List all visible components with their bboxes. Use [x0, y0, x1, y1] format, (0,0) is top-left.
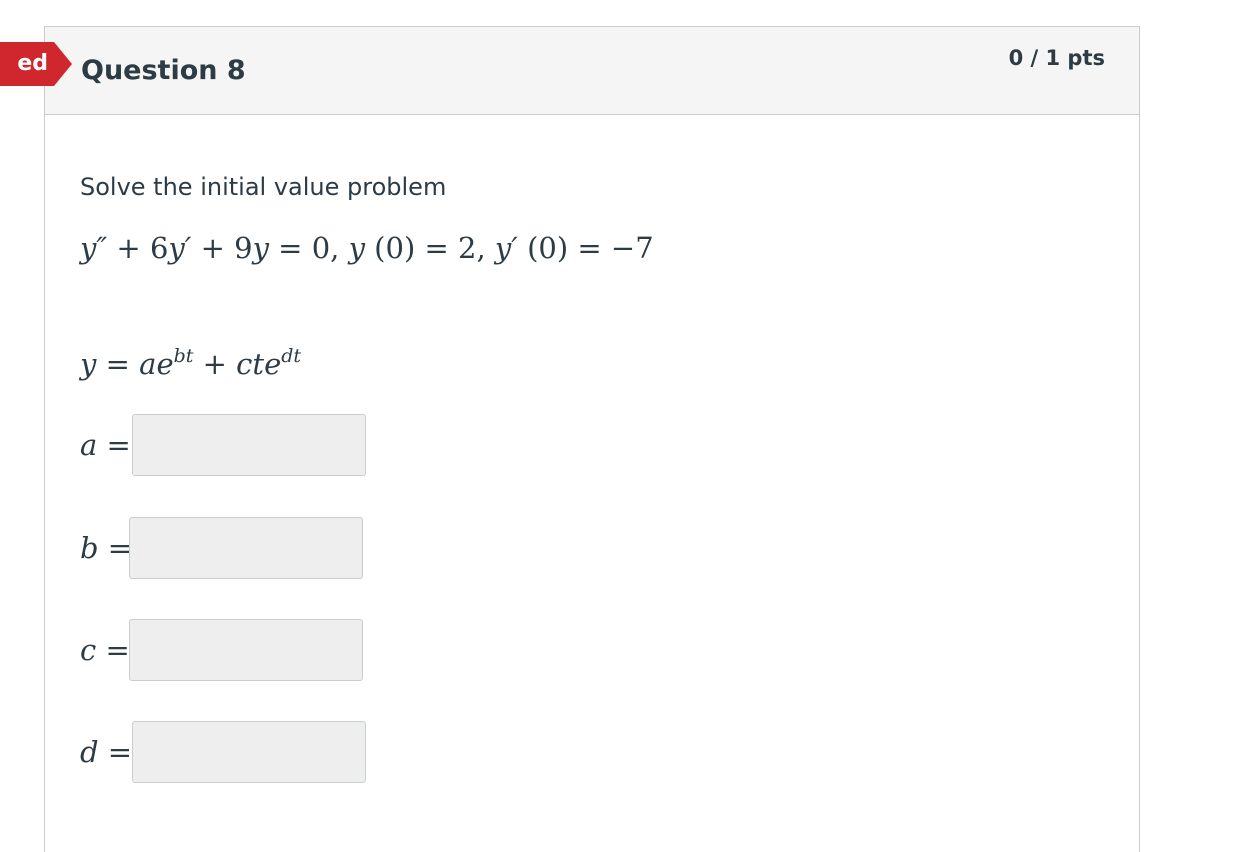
- answer-input-a[interactable]: [132, 414, 366, 476]
- answer-label-b: b =: [80, 531, 133, 565]
- sol-exp1: bt: [173, 345, 194, 367]
- points-label: 0 / 1 pts: [1008, 46, 1105, 70]
- eq-y-prime: y′: [168, 231, 192, 265]
- question-title: Question 8: [81, 55, 246, 86]
- eq-plus-9: + 9: [191, 231, 253, 265]
- sol-c: c: [236, 347, 253, 381]
- eq-plus-6: + 6: [107, 231, 169, 265]
- sol-exp2: dt: [281, 345, 302, 367]
- sol-e1: e: [156, 347, 174, 381]
- answer-label-d: d =: [80, 735, 133, 769]
- status-flag-body: ed: [0, 42, 54, 86]
- solution-form: y = aebt + ctedt: [80, 345, 301, 381]
- sol-e2: e: [264, 347, 282, 381]
- ic-y-prime: y′: [494, 231, 518, 265]
- status-flag: ed: [0, 42, 74, 86]
- status-flag-arrow: [54, 42, 72, 86]
- answer-input-c[interactable]: [129, 619, 363, 681]
- sol-t: t: [252, 347, 265, 381]
- sol-plus: +: [193, 347, 237, 381]
- sol-eq: =: [96, 347, 140, 381]
- sol-lhs: y: [80, 347, 97, 381]
- eq-y: y: [252, 231, 269, 265]
- sol-a: a: [139, 347, 157, 381]
- answer-input-d[interactable]: [132, 721, 366, 783]
- eq-equals-zero: = 0,: [268, 231, 349, 265]
- question-prompt: Solve the initial value problem: [80, 173, 447, 201]
- ic-y: y: [348, 231, 365, 265]
- eq-y-double-prime: y″: [80, 231, 108, 265]
- answer-label-a: a =: [80, 428, 131, 462]
- question-header: Question 8 0 / 1 pts: [45, 27, 1139, 115]
- status-flag-text: ed: [17, 51, 48, 76]
- answer-input-b[interactable]: [129, 517, 363, 579]
- question-card: Question 8 0 / 1 pts Solve the initial v…: [44, 26, 1140, 852]
- ic-y-prime-value: (0) = −7: [517, 231, 654, 265]
- quiz-page: Question 8 0 / 1 pts Solve the initial v…: [0, 0, 1244, 852]
- answer-label-c: c =: [80, 633, 130, 667]
- ic-y-value: (0) = 2,: [364, 231, 495, 265]
- differential-equation: y″ + 6y′ + 9y = 0, y (0) = 2, y′ (0) = −…: [80, 231, 654, 265]
